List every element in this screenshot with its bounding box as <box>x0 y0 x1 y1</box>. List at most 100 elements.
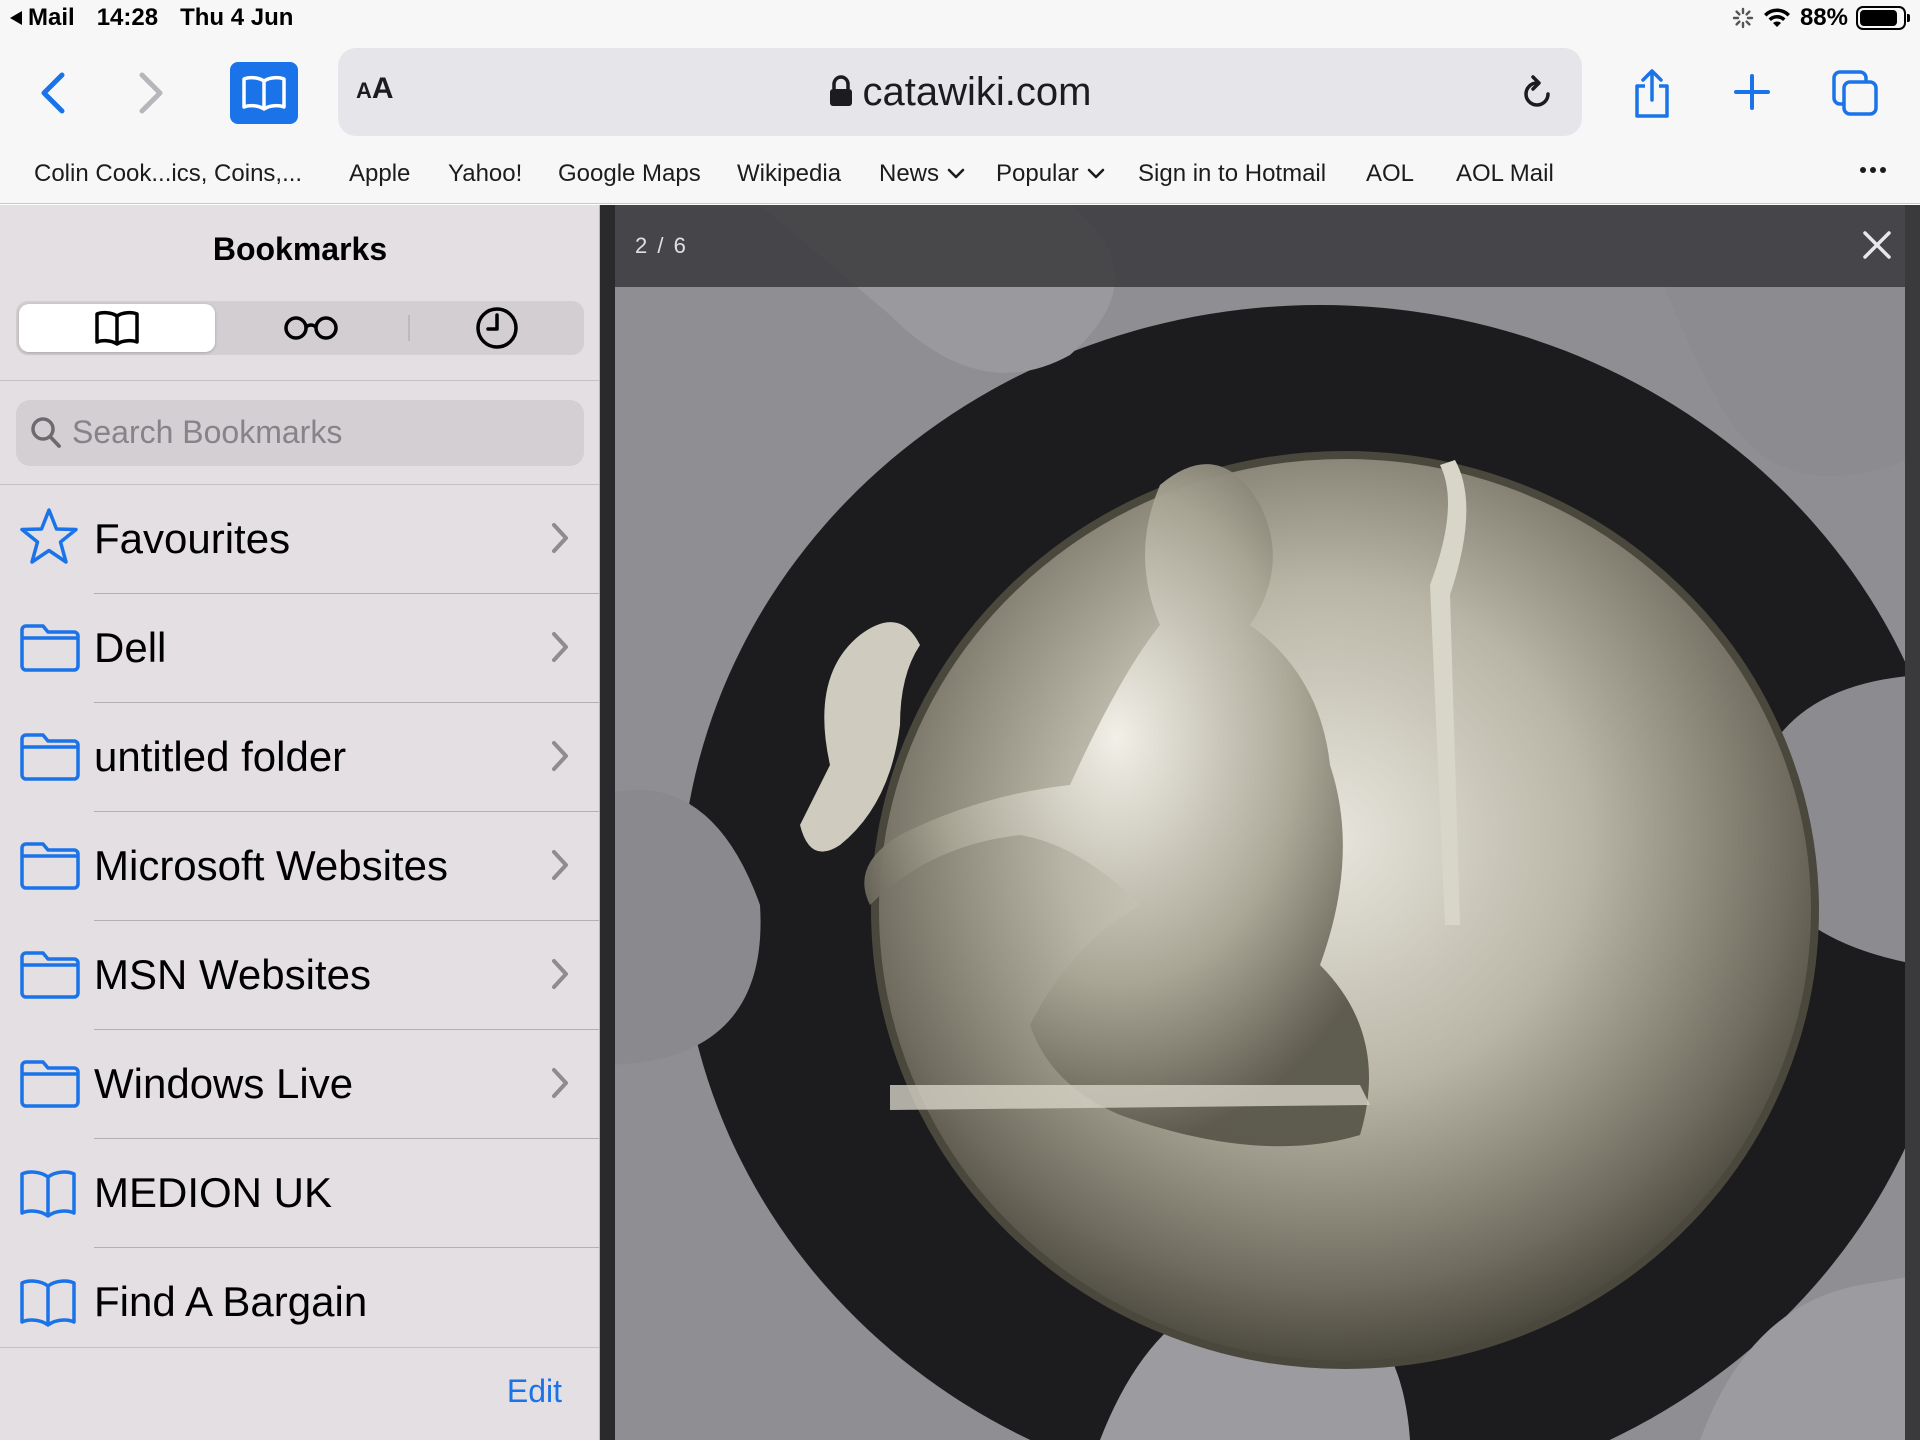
search-icon <box>31 417 61 448</box>
segment-divider <box>408 315 410 341</box>
chevron-right-icon <box>552 850 568 880</box>
back-app-label: Mail <box>28 4 75 31</box>
fav-item[interactable]: Sign in to Hotmail <box>1138 160 1326 188</box>
coin-photo <box>600 205 1920 1440</box>
tabs-overview-button[interactable] <box>1830 68 1880 118</box>
status-time: 14:28 <box>96 4 159 31</box>
bookmark-row-folder[interactable]: MSN Websites <box>0 921 600 1030</box>
tab-reading-list[interactable] <box>216 304 406 352</box>
bookmark-label: Windows Live <box>94 1060 354 1107</box>
image-viewer: 2 / 6 <box>600 205 1920 1440</box>
back-triangle-icon <box>10 11 22 25</box>
tab-history[interactable] <box>412 304 582 352</box>
fav-item[interactable]: AOL Mail <box>1456 160 1554 188</box>
lock-icon <box>829 75 852 106</box>
more-favourites-button[interactable] <box>1858 154 1888 184</box>
book-icon <box>20 1170 76 1218</box>
share-icon <box>1635 69 1669 118</box>
fav-item[interactable]: AOL <box>1366 160 1414 188</box>
new-tab-button[interactable] <box>1730 70 1774 114</box>
search-bookmarks-input[interactable]: Search Bookmarks <box>16 400 584 466</box>
forward-button[interactable] <box>130 66 174 120</box>
status-bar: Mail 14:28 Thu 4 Jun 88% <box>0 0 1920 36</box>
fav-item[interactable]: Colin Cook...ics, Coins,... <box>34 160 302 188</box>
fav-item-popular[interactable]: Popular <box>996 160 1105 188</box>
viewer-right-edge <box>1905 205 1920 1440</box>
bookmark-row-folder[interactable]: untitled folder <box>0 703 600 812</box>
book-icon <box>20 1279 76 1327</box>
tabs-icon <box>1832 70 1878 116</box>
url-display[interactable]: catawiki.com <box>338 70 1582 115</box>
sidebar-divider <box>0 380 600 381</box>
viewer-top-bar: 2 / 6 <box>615 205 1905 287</box>
bookmark-list: Favourites Dell untitled folder Microsof… <box>0 485 600 1357</box>
wifi-icon <box>1763 8 1790 27</box>
address-bar[interactable]: AA catawiki.com <box>338 48 1582 136</box>
chevron-right-icon <box>552 959 568 989</box>
sidebar-divider <box>0 1347 600 1348</box>
folder-icon <box>20 842 80 890</box>
glasses-icon <box>284 316 338 340</box>
fav-item[interactable]: Google Maps <box>558 160 701 188</box>
bookmark-label: untitled folder <box>94 733 347 780</box>
battery-percent: 88% <box>1799 4 1848 31</box>
bookmark-label: Microsoft Websites <box>94 842 448 889</box>
chevron-right-icon <box>552 1068 568 1098</box>
battery-icon <box>1856 6 1910 30</box>
share-button[interactable] <box>1628 64 1676 124</box>
viewer-left-gutter <box>600 205 615 1440</box>
bookmark-row-folder[interactable]: Windows Live <box>0 1030 600 1139</box>
close-icon <box>1863 231 1891 259</box>
star-icon <box>20 508 78 564</box>
book-icon <box>95 310 139 346</box>
book-icon <box>242 75 286 111</box>
fav-item-news[interactable]: News <box>879 160 965 188</box>
status-date: Thu 4 Jun <box>180 4 294 31</box>
back-button[interactable] <box>30 66 74 120</box>
fav-popular-label: Popular <box>996 160 1079 187</box>
folder-icon <box>20 1060 80 1108</box>
bookmark-label: Dell <box>94 624 167 671</box>
bookmark-label: Favourites <box>94 515 291 562</box>
tab-bookmarks[interactable] <box>19 304 215 352</box>
chevron-down-icon <box>947 168 965 179</box>
bookmark-row-folder[interactable]: Dell <box>0 594 600 703</box>
favourites-bar: Colin Cook...ics, Coins,... Apple Yahoo!… <box>0 150 1920 204</box>
fav-news-label: News <box>879 160 940 187</box>
clock-icon <box>476 307 518 349</box>
bookmark-row-folder[interactable]: Microsoft Websites <box>0 812 600 921</box>
bookmark-label: MSN Websites <box>94 951 371 998</box>
folder-icon <box>20 951 80 999</box>
chevron-right-icon <box>139 72 163 114</box>
sidebar-title: Bookmarks <box>212 231 388 267</box>
back-to-app-link[interactable]: Mail <box>10 4 75 32</box>
fav-item[interactable]: Wikipedia <box>737 160 841 188</box>
chevron-right-icon <box>552 523 568 553</box>
edit-button[interactable]: Edit <box>507 1373 562 1410</box>
fav-item[interactable]: Apple <box>349 160 410 188</box>
reload-icon <box>1524 75 1550 107</box>
folder-icon <box>20 624 80 672</box>
sidebar-toggle-button[interactable] <box>230 62 298 124</box>
close-viewer-button[interactable] <box>1859 227 1895 268</box>
chevron-down-icon <box>1087 168 1105 179</box>
search-placeholder: Search Bookmarks <box>72 414 343 450</box>
chevron-right-icon <box>552 741 568 771</box>
bookmark-row-page[interactable]: Find A Bargain <box>0 1248 600 1357</box>
folder-icon <box>20 733 80 781</box>
chevron-left-icon <box>41 72 65 114</box>
plus-icon <box>1734 74 1770 110</box>
sidebar-segmented-control <box>16 301 584 355</box>
bookmarks-sidebar: Bookmarks Search Bookmarks Favourites De… <box>0 205 600 1440</box>
bookmark-row-page[interactable]: MEDION UK <box>0 1139 600 1248</box>
fav-item[interactable]: Yahoo! <box>448 160 522 188</box>
activity-spinner-icon <box>1732 7 1754 29</box>
image-counter: 2 / 6 <box>635 233 688 258</box>
ellipsis-icon <box>1860 167 1886 173</box>
reload-button[interactable] <box>1520 72 1554 117</box>
bookmark-label: Find A Bargain <box>94 1278 368 1325</box>
chevron-right-icon <box>552 632 568 662</box>
bookmark-row-favourites[interactable]: Favourites <box>0 485 600 594</box>
bookmark-label: MEDION UK <box>94 1169 333 1216</box>
url-text: catawiki.com <box>862 70 1092 114</box>
